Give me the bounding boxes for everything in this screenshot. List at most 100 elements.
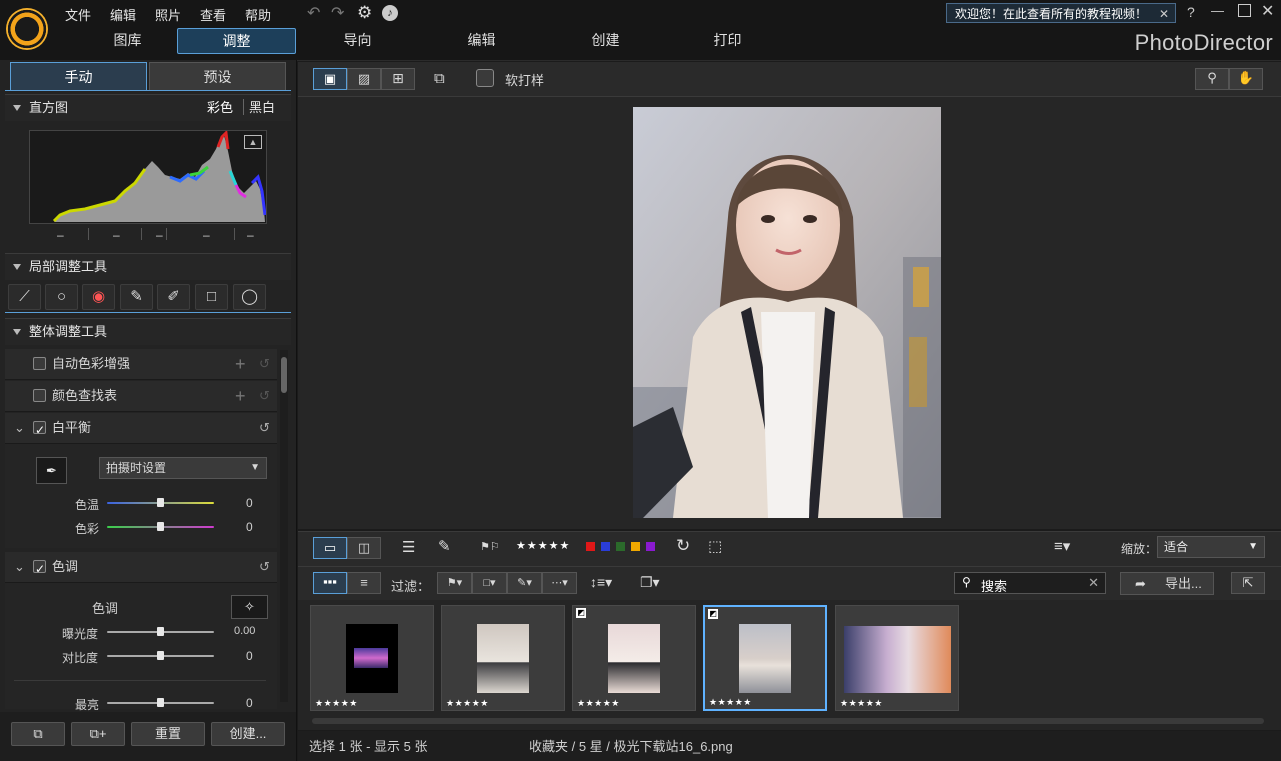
menu-file[interactable]: 文件 (65, 5, 91, 24)
rotate-stack-icon[interactable]: ☰ (402, 538, 415, 556)
flag-icon[interactable]: ⚑⚐ (480, 540, 500, 553)
reset-icon[interactable]: ↺ (259, 349, 270, 379)
add-icon[interactable]: + (235, 349, 246, 379)
compare-icon[interactable]: ⧉ (11, 722, 65, 746)
tone-row[interactable]: ⌄ 色调 ↺ (5, 552, 277, 584)
chevron-down-icon[interactable]: ⌄ (14, 413, 25, 443)
highlight-knob[interactable] (157, 698, 164, 707)
maximize-icon[interactable] (1238, 4, 1251, 17)
grid-view-icon[interactable]: ⊞ (381, 68, 415, 90)
tint-knob[interactable] (157, 522, 164, 531)
hand-tool-icon[interactable]: ✋ (1229, 68, 1263, 90)
histogram-bw-option[interactable]: 黑白 (249, 95, 275, 121)
sort-order-icon[interactable]: ↕≡▾ (590, 574, 612, 591)
thumbnail-1[interactable]: ★★★★★ (310, 605, 434, 711)
local-tools-header[interactable]: 局部调整工具 (5, 253, 291, 280)
temperature-knob[interactable] (157, 498, 164, 507)
tab-guided[interactable]: 导向 (310, 28, 405, 52)
menu-edit[interactable]: 编辑 (110, 5, 136, 24)
auto-color-checkbox[interactable] (33, 357, 46, 371)
main-photo[interactable] (633, 107, 941, 518)
clear-search-icon[interactable]: ✕ (1088, 575, 1099, 591)
export-button[interactable]: ➦ 导出... (1120, 572, 1214, 595)
auto-tone-wand-icon[interactable]: ✧ (231, 595, 268, 619)
thumbnail-3[interactable]: ◩ ★★★★★ (572, 605, 696, 711)
color-label-yellow[interactable] (631, 542, 640, 551)
settings-gear-icon[interactable]: ⚙ (357, 3, 372, 23)
histogram-color-option[interactable]: 彩色 (207, 95, 233, 121)
spot-removal-tool-icon[interactable]: ○ (45, 284, 78, 310)
notification-icon[interactable]: ♪ (382, 5, 398, 21)
shape-filter-icon[interactable]: □▾ (472, 572, 507, 594)
gradient-brush-tool-icon[interactable]: ✐ (157, 284, 190, 310)
clipping-warning-icon[interactable]: ▲ (244, 135, 262, 149)
tab-library[interactable]: 图库 (80, 28, 175, 52)
chevron-down-icon[interactable]: ⌄ (14, 552, 25, 582)
compare-view-icon[interactable]: ▨ (347, 68, 381, 90)
auto-color-row[interactable]: 自动色彩增强 + ↺ (5, 349, 277, 380)
tab-adjust[interactable]: 调整 (177, 28, 296, 54)
tab-preset[interactable]: 预设 (149, 62, 286, 90)
tab-manual[interactable]: 手动 (10, 62, 147, 90)
search-input[interactable]: 搜索 (981, 576, 1007, 595)
filmstrip-scrollbar[interactable] (312, 718, 1264, 724)
crop-tool-icon[interactable]: ⟋ (8, 284, 41, 310)
zoom-select[interactable]: 适合 ▼ (1157, 536, 1265, 558)
dual-preview-icon[interactable]: ◫ (347, 537, 381, 559)
reset-icon[interactable]: ↺ (259, 381, 270, 411)
create-preset-button[interactable]: 创建... (211, 722, 285, 746)
tab-create[interactable]: 创建 (558, 28, 653, 52)
color-lut-checkbox[interactable] (33, 389, 46, 403)
white-balance-row[interactable]: ⌄ 白平衡 ↺ (5, 413, 277, 445)
thumbnail-2[interactable]: ★★★★★ (441, 605, 565, 711)
thumbnail-5[interactable]: ★★★★★ (835, 605, 959, 711)
help-icon[interactable]: ? (1187, 4, 1195, 20)
color-lut-row[interactable]: 颜色查找表 + ↺ (5, 381, 277, 412)
radial-filter-icon[interactable]: ◯ (233, 284, 266, 310)
flag-filter-icon[interactable]: ⚑▾ (437, 572, 472, 594)
add-icon[interactable]: + (235, 381, 246, 411)
softproof-checkbox[interactable] (476, 69, 494, 87)
reset-button[interactable]: 重置 (131, 722, 205, 746)
color-label-green[interactable] (616, 542, 625, 551)
left-scrollbar-thumb[interactable] (281, 357, 287, 393)
crop-preview-icon[interactable]: ⬚ (708, 537, 722, 555)
filmstrip-view-icon[interactable]: ▪▪▪ (313, 572, 347, 594)
search-box[interactable]: ⚲ 搜索 ✕ (954, 572, 1106, 594)
reset-icon[interactable]: ↺ (259, 413, 270, 443)
red-eye-tool-icon[interactable]: ◉ (82, 284, 115, 310)
brush-tool-icon[interactable]: ✎ (120, 284, 153, 310)
zoom-tool-icon[interactable]: ⚲ (1195, 68, 1229, 90)
menu-help[interactable]: 帮助 (245, 5, 271, 24)
color-label-blue[interactable] (601, 542, 610, 551)
single-view-icon[interactable]: ▣ (313, 68, 347, 90)
color-label-red[interactable] (586, 542, 595, 551)
list-view-icon[interactable]: ≡ (347, 572, 381, 594)
welcome-banner[interactable]: 欢迎您！在此查看所有的教程视频！ ✕ (946, 3, 1176, 23)
sort-menu-icon[interactable]: ≡▾ (1054, 537, 1070, 555)
close-welcome-icon[interactable]: ✕ (1159, 4, 1169, 24)
redo-icon[interactable]: ↷ (331, 3, 344, 23)
tone-checkbox[interactable] (33, 554, 46, 584)
thumbnail-4-selected[interactable]: ◩ ★★★★★ (703, 605, 827, 711)
close-window-icon[interactable]: ✕ (1261, 1, 1274, 21)
minimize-icon[interactable]: — (1211, 3, 1224, 18)
tab-edit[interactable]: 编辑 (434, 28, 529, 52)
second-display-icon[interactable]: ⧉ (434, 70, 445, 87)
pen-filter-icon[interactable]: ✎▾ (507, 572, 542, 594)
menu-photo[interactable]: 照片 (155, 5, 181, 24)
more-filter-icon[interactable]: ⋯▾ (542, 572, 577, 594)
add-snapshot-icon[interactable]: ⧉+ (71, 722, 125, 746)
contrast-knob[interactable] (157, 651, 164, 660)
stack-icon[interactable]: ❐▾ (640, 574, 660, 591)
left-scrollbar[interactable] (280, 350, 288, 702)
star-rating[interactable]: ★★★★★ (516, 539, 570, 552)
wb-preset-select[interactable]: 拍摄时设置 ▼ (99, 457, 267, 479)
reset-icon[interactable]: ↺ (259, 552, 270, 582)
undo-icon[interactable]: ↶ (307, 3, 320, 23)
white-balance-checkbox[interactable] (33, 415, 46, 445)
share-icon[interactable]: ⇱ (1231, 572, 1265, 594)
pen-edit-icon[interactable]: ✎ (438, 537, 451, 555)
graduated-filter-icon[interactable]: □ (195, 284, 228, 310)
eyedropper-icon[interactable]: ✒ (36, 457, 67, 484)
